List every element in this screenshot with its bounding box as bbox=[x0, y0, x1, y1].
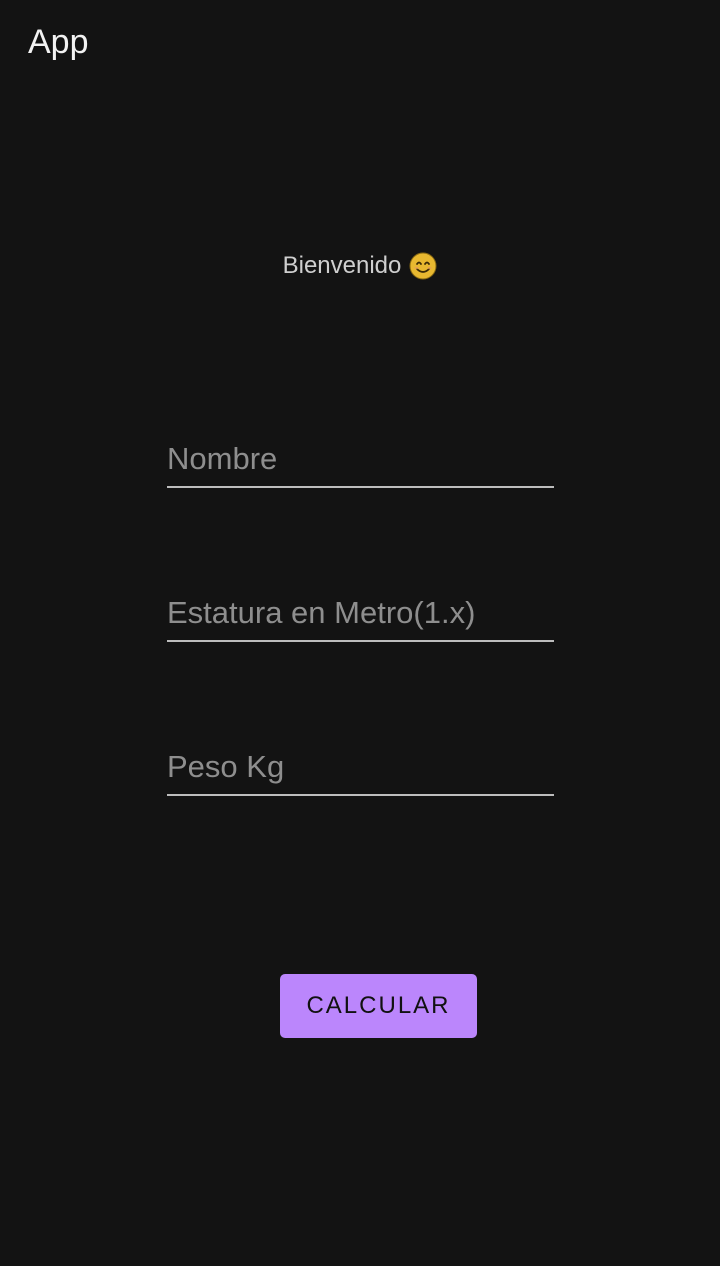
calculate-button[interactable]: CALCULAR bbox=[280, 974, 477, 1038]
name-input[interactable] bbox=[167, 432, 554, 486]
app-bar: App bbox=[0, 0, 720, 84]
weight-input[interactable] bbox=[167, 740, 554, 794]
name-field[interactable] bbox=[167, 432, 554, 488]
weight-field[interactable] bbox=[167, 740, 554, 796]
height-input[interactable] bbox=[167, 586, 554, 640]
welcome-text: Bienvenido bbox=[282, 252, 402, 279]
smiling-face-icon bbox=[409, 252, 437, 280]
app-title: App bbox=[28, 23, 89, 61]
welcome-message: Bienvenido bbox=[0, 250, 720, 282]
height-field[interactable] bbox=[167, 586, 554, 642]
